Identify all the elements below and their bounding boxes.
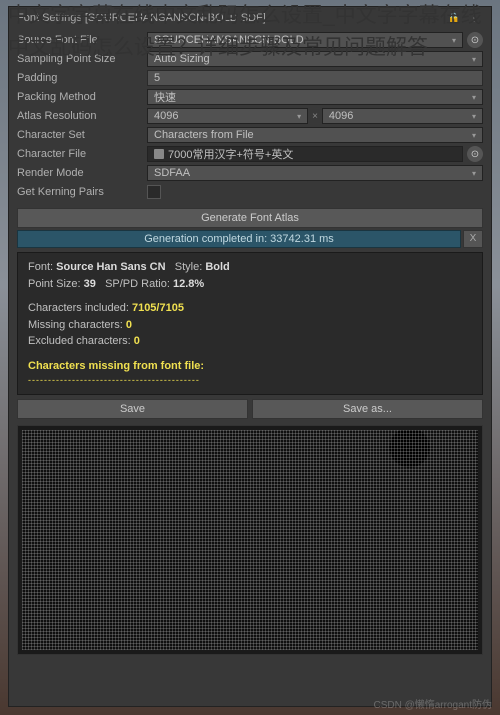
rendermode-dropdown[interactable]: SDFAA [147, 165, 483, 181]
generate-button[interactable]: Generate Font Atlas [17, 208, 483, 228]
csdn-watermark: CSDN @懒惰arrogant防伪 [373, 696, 492, 711]
info-point-size: 39 [84, 278, 96, 290]
lock-icon[interactable]: 🔒 [445, 11, 463, 25]
atlas-height-dropdown[interactable]: 4096 [322, 108, 483, 124]
form-area: Source Font File SOURCEHANSANSCN-BOLD ⊙ … [9, 29, 491, 204]
source-font-label: Source Font File [17, 34, 147, 46]
info-font-name: Source Han Sans CN [56, 261, 165, 273]
titlebar: Font Settings [SOURCEHANSANSCN-BOLD SDF]… [9, 7, 491, 29]
window-controls: 🔒 ⋮ [445, 11, 483, 25]
charfile-picker-icon[interactable]: ⊙ [467, 146, 483, 162]
atlas-preview [17, 425, 483, 655]
info-style: Bold [205, 261, 229, 273]
kerning-checkbox[interactable] [147, 185, 161, 199]
packing-label: Packing Method [17, 91, 147, 103]
status-message: Generation completed in: 33742.31 ms [17, 230, 461, 248]
padding-label: Padding [17, 72, 147, 84]
info-box: Font: Source Han Sans CN Style: Bold Poi… [17, 252, 483, 395]
menu-icon[interactable]: ⋮ [465, 11, 483, 25]
save-button[interactable]: Save [17, 399, 248, 419]
info-included-count: 7105/7105 [132, 302, 184, 314]
source-font-dropdown[interactable]: SOURCEHANSANSCN-BOLD [147, 32, 463, 48]
resolution-x-icon: × [312, 111, 318, 122]
charfile-label: Character File [17, 148, 147, 160]
divider-line: ----------------------------------------… [28, 374, 472, 388]
status-bar: Generation completed in: 33742.31 ms X [17, 230, 483, 248]
info-missing-count: 0 [126, 319, 132, 331]
panel-title: Font Settings [SOURCEHANSANSCN-BOLD SDF] [17, 12, 266, 24]
kerning-label: Get Kerning Pairs [17, 186, 147, 198]
sampling-dropdown[interactable]: Auto Sizing [147, 51, 483, 67]
padding-input[interactable] [147, 70, 483, 86]
atlas-width-dropdown[interactable]: 4096 [147, 108, 308, 124]
file-icon [154, 149, 164, 159]
info-missing-header: Characters missing from font file: [28, 358, 472, 375]
atlas-texture-image [22, 430, 478, 650]
charfile-field[interactable]: 7000常用汉字+符号+英文 [147, 146, 463, 162]
charset-dropdown[interactable]: Characters from File [147, 127, 483, 143]
save-as-button[interactable]: Save as... [252, 399, 483, 419]
font-settings-panel: Font Settings [SOURCEHANSANSCN-BOLD SDF]… [8, 6, 492, 707]
rendermode-label: Render Mode [17, 167, 147, 179]
packing-dropdown[interactable]: 快速 [147, 89, 483, 105]
source-font-picker-icon[interactable]: ⊙ [467, 32, 483, 48]
charset-label: Character Set [17, 129, 147, 141]
info-excluded-count: 0 [134, 335, 140, 347]
atlas-res-label: Atlas Resolution [17, 110, 147, 122]
status-close-button[interactable]: X [463, 230, 483, 248]
sampling-label: Sampling Point Size [17, 53, 147, 65]
info-sp-ratio: 12.8% [173, 278, 204, 290]
